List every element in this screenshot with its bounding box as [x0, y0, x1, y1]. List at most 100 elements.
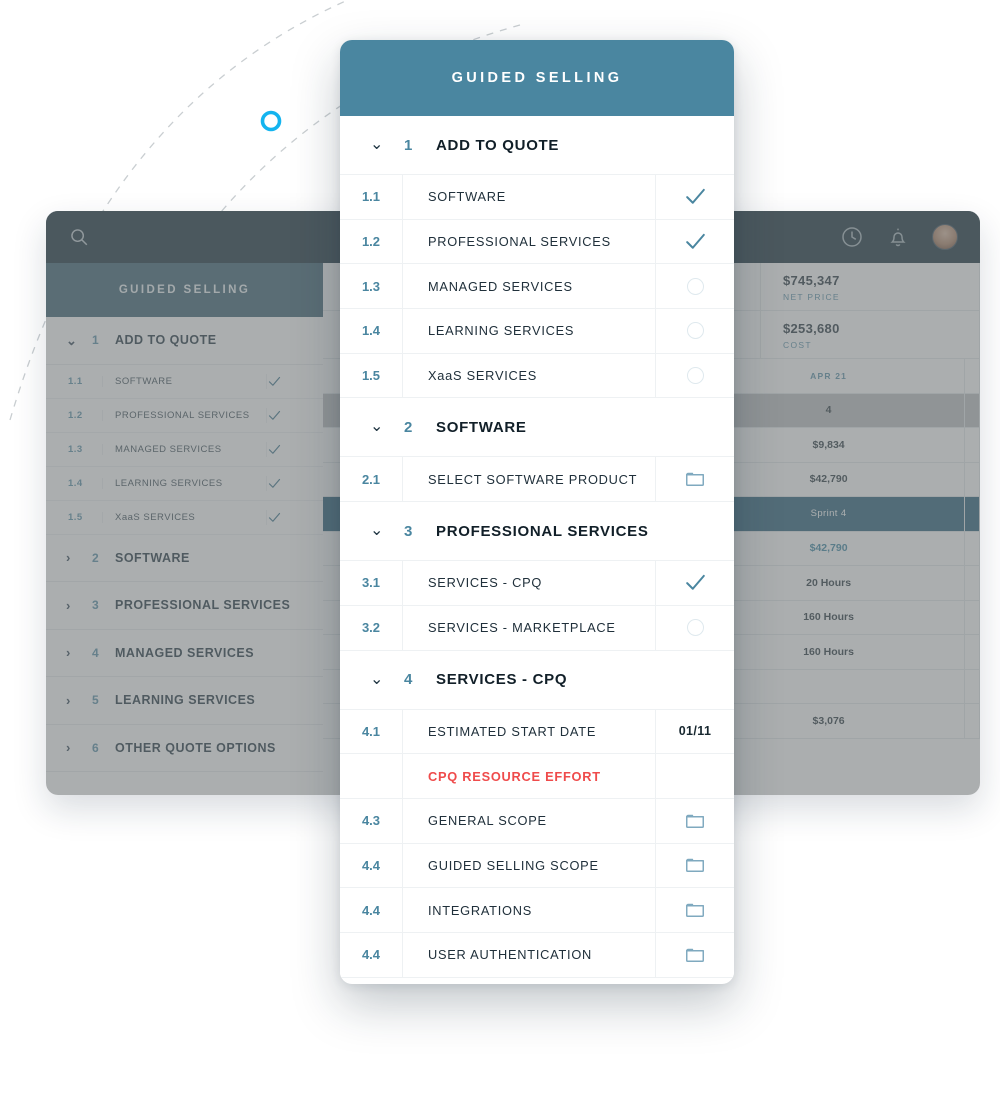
background-nav-section[interactable]: ⌄ 1 ADD TO QUOTE — [46, 317, 323, 365]
kpi-label: COST — [783, 340, 812, 350]
modal-section-label: SERVICES - CPQ — [436, 671, 568, 688]
background-nav-item-label: MANAGED SERVICES — [102, 443, 266, 455]
modal-item-label: GUIDED SELLING SCOPE — [402, 843, 655, 888]
modal-list-item[interactable]: 4.3 GENERAL SCOPE — [340, 798, 734, 844]
check-icon[interactable] — [655, 175, 734, 219]
radio-circle-icon[interactable] — [655, 264, 734, 309]
avatar[interactable] — [932, 224, 958, 250]
modal-item-number: 1.3 — [361, 278, 381, 294]
modal-list-item[interactable]: 1.1 SOFTWARE — [340, 175, 734, 220]
modal-section-header[interactable]: ⌄ 2 SOFTWARE — [340, 398, 734, 458]
background-nav-section[interactable]: › 2 SOFTWARE — [46, 535, 323, 582]
chevron-down-icon[interactable]: ⌄ — [370, 523, 384, 539]
background-nav-title: GUIDED SELLING — [46, 263, 323, 317]
chevron-down-icon[interactable]: ⌄ — [370, 671, 384, 688]
background-nav-section-label: PROFESSIONAL SERVICES — [115, 598, 291, 613]
date-value[interactable]: 01/11 — [655, 709, 734, 754]
check-icon[interactable] — [655, 561, 734, 605]
background-nav-list: ⌄ 1 ADD TO QUOTE 1.1 SOFTWARE 1.2 PROFESSIONAL… — [46, 317, 323, 772]
modal-list-item[interactable]: 2.1 SELECT SOFTWARE PRODUCT — [340, 457, 734, 503]
modal-item-number: 3.1 — [361, 575, 381, 591]
background-nav-section-number: 4 — [92, 645, 100, 660]
background-nav-section-number: 2 — [92, 550, 100, 565]
grid-cell — [964, 393, 980, 428]
modal-list-item[interactable]: 1.4 LEARNING SERVICES — [340, 309, 734, 354]
modal-list-item[interactable]: 4.1 ESTIMATED START DATE 01/11 — [340, 709, 734, 755]
background-nav-item[interactable]: 1.3 MANAGED SERVICES — [46, 433, 323, 467]
chevron-down-icon[interactable]: ⌄ — [370, 419, 384, 435]
modal-list-item[interactable]: 1.5 XaaS SERVICES — [340, 353, 734, 399]
accent-dot-icon — [260, 110, 282, 132]
background-nav-section-label: MANAGED SERVICES — [115, 645, 255, 660]
kpi-card: $253,680 COST — [761, 311, 980, 358]
modal-list-item[interactable]: 4.4 GUIDED SELLING SCOPE — [340, 843, 734, 889]
page-root: GUIDED SELLING ⌄ 1 ADD TO QUOTE 1.1 SOFTWARE… — [0, 0, 1000, 1100]
modal-item-label: MANAGED SERVICES — [402, 264, 655, 309]
modal-section-header[interactable]: ⌄ 1 ADD TO QUOTE — [340, 116, 734, 175]
chevron-right-icon: › — [66, 597, 71, 613]
radio-circle-icon[interactable] — [655, 309, 734, 353]
grid-cell — [964, 427, 980, 463]
modal-list-item[interactable]: 3.2 SERVICES - MARKETPLACE — [340, 605, 734, 651]
background-nav-section[interactable]: › 3 PROFESSIONAL SERVICES — [46, 582, 323, 630]
modal-list-item[interactable]: 1.3 MANAGED SERVICES — [340, 264, 734, 310]
background-nav-item[interactable]: 1.5 XaaS SERVICES — [46, 501, 323, 535]
modal-section-number: 3 — [404, 522, 413, 540]
modal-item-number: 3.2 — [361, 620, 381, 636]
topbar-icon-group — [840, 224, 958, 250]
radio-circle-icon[interactable] — [655, 605, 734, 650]
modal-section-label: SOFTWARE — [436, 418, 527, 436]
guided-selling-modal: GUIDED SELLING ⌄ 1 ADD TO QUOTE 1.1 SOFTWARE… — [340, 40, 734, 984]
background-nav-section[interactable]: › 5 LEARNING SERVICES — [46, 677, 323, 725]
modal-item-label: SOFTWARE — [402, 175, 655, 219]
modal-item-label: SELECT SOFTWARE PRODUCT — [402, 457, 655, 502]
kpi-value: $745,347 — [783, 273, 840, 288]
background-nav-section[interactable]: › 6 OTHER QUOTE OPTIONS — [46, 725, 323, 772]
chevron-down-icon[interactable]: ⌄ — [370, 137, 384, 153]
folder-icon[interactable] — [655, 843, 734, 888]
modal-section-header[interactable]: ⌄ 4 SERVICES - CPQ — [340, 650, 734, 710]
folder-icon[interactable] — [655, 457, 734, 502]
background-nav-item-number: 1.5 — [68, 511, 83, 523]
status-empty — [655, 754, 734, 798]
chevron-right-icon: › — [66, 740, 71, 756]
clock-icon[interactable] — [840, 225, 864, 249]
modal-list-item[interactable]: 1.2 PROFESSIONAL SERVICES — [340, 219, 734, 265]
modal-list-item[interactable]: 4.4 USER AUTHENTICATION — [340, 932, 734, 978]
modal-item-number — [340, 754, 402, 798]
check-icon[interactable] — [655, 219, 734, 264]
background-nav-section[interactable]: › 4 MANAGED SERVICES — [46, 630, 323, 677]
modal-list-item[interactable]: 4.4 INTEGRATIONS — [340, 888, 734, 933]
modal-section-header[interactable]: ⌄ 3 PROFESSIONAL SERVICES — [340, 502, 734, 562]
background-nav-section-label: LEARNING SERVICES — [115, 693, 256, 708]
check-icon — [266, 373, 323, 389]
radio-circle-icon[interactable] — [655, 353, 734, 398]
search-icon[interactable] — [68, 226, 90, 248]
modal-item-number: 1.1 — [361, 189, 381, 205]
background-nav-item-label: XaaS SERVICES — [102, 511, 266, 523]
bell-icon[interactable] — [886, 225, 910, 249]
modal-list-item[interactable]: CPQ RESOURCE EFFORT — [340, 754, 734, 799]
modal-list-item[interactable]: 3.1 SERVICES - CPQ — [340, 561, 734, 606]
folder-icon[interactable] — [655, 932, 734, 977]
background-nav-item[interactable]: 1.2 PROFESSIONAL SERVICES — [46, 399, 323, 433]
background-nav-item[interactable]: 1.1 SOFTWARE — [46, 365, 323, 399]
check-icon — [266, 407, 323, 423]
modal-item-number: 2.1 — [361, 471, 381, 487]
modal-item-number: 1.4 — [361, 323, 381, 339]
background-nav-item-label: PROFESSIONAL SERVICES — [102, 409, 266, 421]
background-nav-item[interactable]: 1.4 LEARNING SERVICES — [46, 467, 323, 501]
grid-cell — [964, 565, 980, 601]
folder-icon[interactable] — [655, 888, 734, 932]
modal-item-label: GENERAL SCOPE — [402, 798, 655, 843]
modal-item-label: USER AUTHENTICATION — [402, 932, 655, 977]
chevron-down-icon: ⌄ — [66, 332, 78, 348]
folder-icon[interactable] — [655, 798, 734, 843]
modal-item-number: 1.2 — [361, 234, 381, 250]
check-icon — [266, 509, 323, 525]
chevron-right-icon: › — [66, 550, 71, 566]
check-icon — [266, 475, 323, 491]
kpi-value: $253,680 — [783, 321, 840, 336]
background-nav-section-number: 6 — [92, 740, 100, 755]
background-nav-section-label: OTHER QUOTE OPTIONS — [115, 740, 276, 755]
